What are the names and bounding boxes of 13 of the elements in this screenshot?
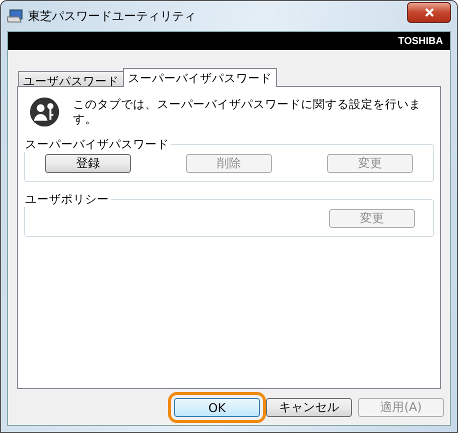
group-title: スーパーバイザパスワード: [24, 137, 170, 152]
description-text: このタブでは、スーパーバイザパスワードに関する設定を行います。: [73, 97, 422, 127]
tab[interactable]: ユーザパスワード: [18, 71, 124, 86]
action-button[interactable]: 登録: [45, 154, 131, 173]
window-title: 東芝パスワードユーティリティ: [28, 8, 197, 24]
app-icon: [7, 9, 23, 23]
group-title: ユーザポリシー: [24, 192, 110, 207]
brand-logo: TOSHIBA: [398, 36, 443, 46]
close-icon: [424, 8, 434, 16]
dialog-button[interactable]: キャンセル: [266, 398, 352, 417]
tab[interactable]: スーパーバイザパスワード: [123, 68, 277, 87]
close-button[interactable]: [407, 2, 451, 22]
user-key-icon: [30, 97, 60, 127]
